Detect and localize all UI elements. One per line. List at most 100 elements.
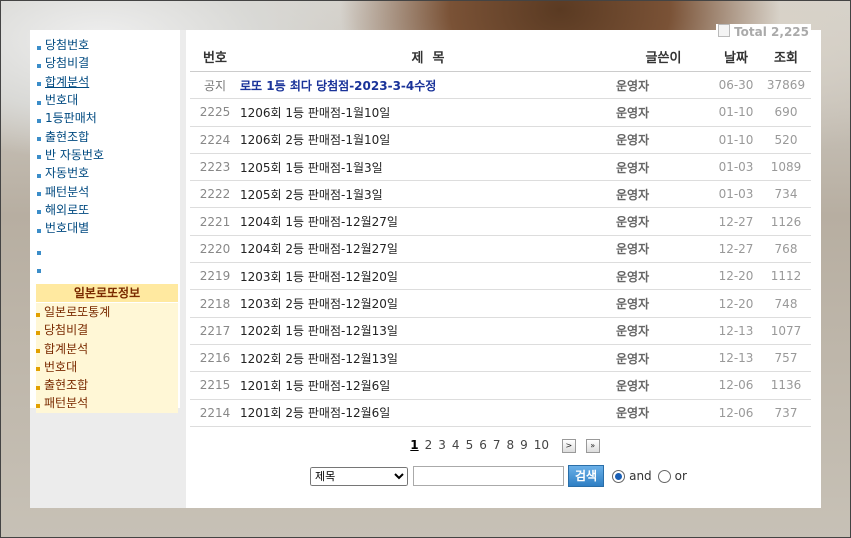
post-writer: 운영자 — [616, 317, 711, 345]
board-body: 공지 로또 1등 최다 당첨점-2023-3-4수정 운영자 06-30 37869 22… — [190, 71, 811, 427]
bullet-icon — [37, 63, 41, 68]
table-row: 2225 1206회 1등 판매점-1월10일 운영자 01-10 690 — [190, 98, 811, 127]
table-header-row: 번호 제 목 글쓴이 날짜 조회 — [190, 41, 811, 72]
post-date: 12-13 — [711, 317, 761, 345]
sidebar-item[interactable]: 번호대별 — [30, 219, 180, 237]
search-input[interactable] — [413, 466, 564, 486]
page-links: 1 2 3 4 5 6 7 8 9 10 — [407, 438, 552, 452]
table-row: 2214 1201회 2등 판매점-12월6일 운영자 12-06 737 — [190, 399, 811, 427]
page-link[interactable]: 9 — [520, 438, 528, 452]
page-link[interactable]: 7 — [493, 438, 501, 452]
post-title-link[interactable]: 1205회 1등 판매점-1월3일 — [240, 153, 616, 182]
search-field-select[interactable]: 제목 — [310, 466, 408, 486]
post-title-link[interactable]: 1204회 2등 판매점-12월27일 — [240, 235, 616, 264]
sidebar-item[interactable]: 당첨번호 — [30, 36, 180, 54]
post-title-link[interactable]: 1203회 2등 판매점-12월20일 — [240, 289, 616, 318]
page-link[interactable]: 1 — [410, 438, 418, 452]
sidebar-item-label: 당첨비결 — [44, 323, 89, 338]
post-number: 2214 — [190, 399, 240, 427]
total-count: Total 2,225 — [716, 24, 811, 39]
post-title-link[interactable]: 1205회 2등 판매점-1월3일 — [240, 180, 616, 209]
sidebar-item-label: 1등판매처 — [45, 111, 97, 126]
page-container: 당첨번호 당첨비결 합계분석 번호대 1등판매처 출현조합 반 자동번호 자동번호 패턴분석 해외… — [30, 24, 821, 508]
post-date: 01-03 — [711, 153, 761, 182]
sidebar-item[interactable]: 번호대 — [30, 91, 180, 109]
post-date: 12-06 — [711, 371, 761, 400]
page-link[interactable]: 5 — [466, 438, 474, 452]
sidebar-bullet-empty — [30, 241, 180, 259]
bullet-icon — [37, 228, 41, 233]
last-page-button[interactable]: » — [585, 438, 600, 453]
post-title-link[interactable]: 1201회 2등 판매점-12월6일 — [240, 399, 616, 427]
sidebar-japan-item[interactable]: 출현조합 — [36, 376, 178, 395]
bullet-icon — [36, 330, 40, 335]
bullet-icon — [36, 312, 40, 317]
page-link[interactable]: 2 — [425, 438, 433, 452]
post-writer: 운영자 — [616, 71, 711, 100]
post-views: 37869 — [761, 71, 811, 100]
board-table: 번호 제 목 글쓴이 날짜 조회 공지 로또 1등 최다 당첨점-2023-3-4… — [190, 41, 811, 427]
bullet-icon — [37, 173, 41, 178]
sidebar-japan-item[interactable]: 합계분석 — [36, 339, 178, 358]
page-link[interactable]: 3 — [438, 438, 446, 452]
sidebar-item[interactable]: 출현조합 — [30, 127, 180, 145]
radio-or[interactable]: or — [657, 469, 687, 483]
sidebar-japan-item[interactable]: 패턴분석 — [36, 394, 178, 413]
sidebar-item-label: 패턴분석 — [45, 184, 90, 199]
sidebar-bullet-empty — [30, 260, 180, 278]
sidebar-japan-item[interactable]: 번호대 — [36, 357, 178, 377]
notice-row: 공지 로또 1등 최다 당첨점-2023-3-4수정 운영자 06-30 37869 — [190, 71, 811, 100]
post-title-link[interactable]: 1206회 1등 판매점-1월10일 — [240, 98, 616, 127]
search-button[interactable]: 검색 — [568, 465, 605, 487]
post-date: 01-03 — [711, 180, 761, 209]
post-writer: 운영자 — [616, 371, 711, 400]
post-date: 01-10 — [711, 98, 761, 127]
sidebar-item[interactable]: 자동번호 — [30, 164, 180, 182]
sidebar-item[interactable]: 해외로또 — [30, 201, 180, 219]
sidebar-item[interactable]: 1등판매처 — [30, 109, 180, 127]
radio-and[interactable]: and — [612, 469, 652, 483]
post-title-link[interactable]: 1203회 1등 판매점-12월20일 — [240, 262, 616, 291]
bullet-icon — [37, 155, 41, 160]
post-title-link[interactable]: 1204회 1등 판매점-12월27일 — [240, 207, 616, 236]
page-link[interactable]: 10 — [534, 438, 549, 452]
post-date: 12-27 — [711, 207, 761, 236]
bullet-icon — [37, 210, 41, 215]
header-writer: 글쓴이 — [616, 41, 711, 72]
table-row: 2215 1201회 1등 판매점-12월6일 운영자 12-06 1136 — [190, 371, 811, 400]
bullet-icon — [37, 192, 41, 197]
sidebar: 당첨번호 당첨비결 합계분석 번호대 1등판매처 출현조합 반 자동번호 자동번호 패턴분석 해외… — [30, 30, 180, 413]
bullet-icon — [37, 45, 41, 50]
post-number: 공지 — [190, 71, 240, 100]
bullet-icon — [37, 137, 41, 142]
next-page-button[interactable]: > — [561, 438, 576, 453]
post-title-link[interactable]: 1201회 1등 판매점-12월6일 — [240, 371, 616, 400]
sidebar-item-label: 출현조합 — [45, 129, 90, 144]
page-link[interactable]: 4 — [452, 438, 460, 452]
sidebar-item-label: 당첨비결 — [45, 56, 90, 71]
table-row: 2221 1204회 1등 판매점-12월27일 운영자 12-27 1126 — [190, 207, 811, 236]
document-icon — [718, 24, 731, 37]
post-title-link[interactable]: 1206회 2등 판매점-1월10일 — [240, 126, 616, 154]
sidebar-item[interactable]: 패턴분석 — [30, 182, 180, 200]
table-row: 2218 1203회 2등 판매점-12월20일 운영자 12-20 748 — [190, 289, 811, 318]
page-link[interactable]: 6 — [479, 438, 487, 452]
table-row: 2216 1202회 2등 판매점-12월13일 운영자 12-13 757 — [190, 344, 811, 373]
sidebar-item-label: 합계분석 — [45, 74, 90, 89]
sidebar-item[interactable]: 당첨비결 — [30, 54, 180, 72]
post-title-link[interactable]: 로또 1등 최다 당첨점-2023-3-4수정 — [240, 71, 616, 100]
sidebar-japan-item[interactable]: 일본로또통계 — [36, 302, 178, 322]
sidebar-item[interactable]: 반 자동번호 — [30, 146, 180, 164]
post-title-link[interactable]: 1202회 1등 판매점-12월13일 — [240, 317, 616, 345]
post-number: 2220 — [190, 235, 240, 264]
sidebar-japan-item[interactable]: 당첨비결 — [36, 321, 178, 340]
pagination: 1 2 3 4 5 6 7 8 9 10 > » — [186, 438, 821, 453]
page-link[interactable]: 8 — [506, 438, 514, 452]
post-views: 520 — [761, 126, 811, 154]
sidebar-item[interactable]: 합계분석 — [30, 73, 180, 91]
post-writer: 운영자 — [616, 126, 711, 154]
sidebar-item-label: 반 자동번호 — [45, 147, 105, 162]
post-title-link[interactable]: 1202회 2등 판매점-12월13일 — [240, 344, 616, 373]
header-num: 번호 — [190, 41, 240, 72]
post-views: 768 — [761, 235, 811, 264]
